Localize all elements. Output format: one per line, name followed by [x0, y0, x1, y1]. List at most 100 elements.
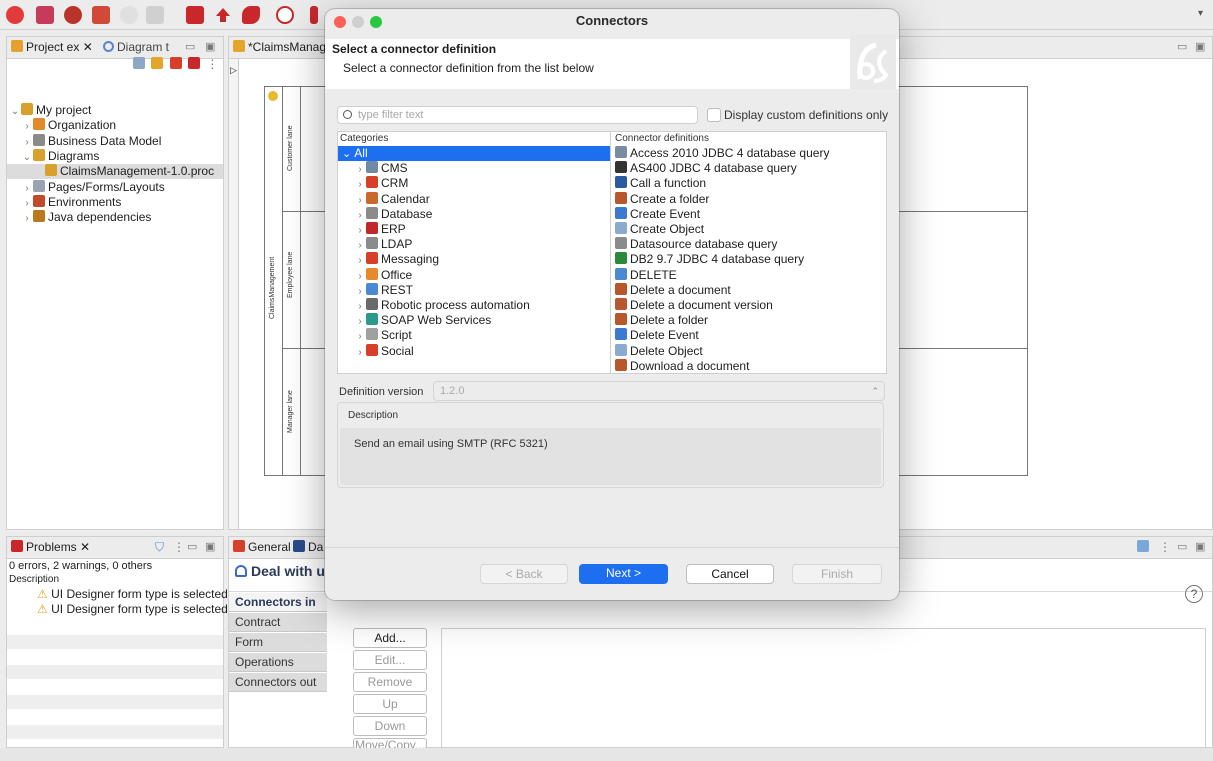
filter-icon[interactable]: ⛉: [155, 540, 164, 555]
definitions-list[interactable]: Connector definitions Access 2010 JDBC 4…: [612, 132, 886, 373]
chevron-right-icon[interactable]: ›: [354, 208, 366, 223]
maximize-icon[interactable]: ▣: [205, 540, 215, 553]
minimize-icon[interactable]: ▭: [1177, 540, 1187, 553]
tab-project-explorer[interactable]: Project ex ✕: [11, 40, 93, 54]
chevron-right-icon[interactable]: ›: [354, 269, 366, 284]
twisty-icon[interactable]: ›: [21, 196, 33, 211]
up-button[interactable]: Up: [353, 694, 427, 714]
definition-item[interactable]: Create Object: [615, 222, 704, 237]
chevron-right-icon[interactable]: ›: [354, 238, 366, 253]
new-icon[interactable]: [6, 6, 24, 24]
category-item[interactable]: › Messaging: [338, 252, 610, 267]
sync-icon[interactable]: [188, 57, 201, 69]
tab-data[interactable]: Da: [293, 540, 323, 554]
next-button[interactable]: Next >: [579, 564, 668, 584]
chevron-right-icon[interactable]: ›: [354, 177, 366, 192]
category-item[interactable]: ⌄ All: [338, 146, 610, 161]
toolbar-overflow-icon[interactable]: ▾: [1198, 8, 1203, 19]
maximize-icon[interactable]: ▣: [1195, 540, 1205, 553]
filter-icon[interactable]: [169, 57, 182, 69]
category-item[interactable]: › Social: [338, 343, 610, 360]
cancel-button[interactable]: Cancel: [686, 564, 774, 584]
edit-button[interactable]: Edit...: [353, 650, 427, 670]
connectors-table[interactable]: [441, 628, 1206, 748]
definition-item[interactable]: Delete a folder: [615, 313, 708, 328]
side-tab-connectors-in[interactable]: Connectors in: [229, 593, 327, 612]
definition-item[interactable]: Delete Object: [615, 343, 703, 359]
run-icon[interactable]: [276, 6, 294, 24]
tree-item[interactable]: › Business Data Model: [7, 133, 161, 149]
maximize-icon[interactable]: ▣: [1195, 40, 1205, 53]
tab-claims-diagram[interactable]: *ClaimsManage: [233, 40, 333, 54]
collapse-all-icon[interactable]: [133, 57, 145, 69]
maximize-icon[interactable]: ▣: [205, 40, 215, 53]
definition-item[interactable]: Delete a document version: [615, 298, 773, 313]
side-tab-form[interactable]: Form: [229, 633, 327, 652]
chevron-right-icon[interactable]: ›: [354, 299, 366, 314]
category-item[interactable]: › ERP: [338, 222, 610, 237]
remove-button[interactable]: Remove: [353, 672, 427, 692]
palette-expand-icon[interactable]: ▷: [230, 65, 237, 76]
side-tab-connectors-out[interactable]: Connectors out: [229, 673, 327, 692]
chevron-right-icon[interactable]: ›: [354, 329, 366, 344]
link-editor-icon[interactable]: [151, 57, 164, 69]
minimize-icon[interactable]: ▭: [185, 40, 195, 53]
category-item[interactable]: › Calendar: [338, 191, 610, 208]
upload-icon[interactable]: [214, 6, 232, 24]
tree-item[interactable]: ⌄ Diagrams: [7, 148, 99, 165]
minimize-icon[interactable]: ▭: [1177, 40, 1187, 53]
tree-item[interactable]: › Java dependencies: [7, 210, 151, 225]
chevron-right-icon[interactable]: ›: [354, 193, 366, 208]
category-item[interactable]: › REST: [338, 282, 610, 299]
category-item[interactable]: › Database: [338, 206, 610, 223]
help-icon[interactable]: ?: [1185, 585, 1203, 603]
save-icon[interactable]: [36, 6, 54, 24]
side-tab-contract[interactable]: Contract: [229, 613, 327, 632]
chevron-right-icon[interactable]: ›: [354, 314, 366, 329]
view-menu-icon[interactable]: ⋮: [206, 57, 218, 71]
chevron-down-icon[interactable]: ⌄: [342, 148, 354, 160]
close-window-button[interactable]: [334, 16, 346, 28]
problem-row[interactable]: ⚠ UI Designer form type is selected a: [37, 602, 238, 616]
category-item[interactable]: › SOAP Web Services: [338, 313, 610, 328]
version-select[interactable]: 1.2.0 ⌃: [433, 381, 885, 401]
problem-row[interactable]: ⚠ UI Designer form type is selected a: [37, 587, 238, 601]
definition-item[interactable]: Create a folder: [615, 191, 709, 207]
category-item[interactable]: › Robotic process automation: [338, 298, 610, 313]
category-item[interactable]: › CRM: [338, 176, 610, 191]
tree-item[interactable]: ⌄ My project: [7, 103, 91, 118]
custom-only-label[interactable]: Display custom definitions only: [724, 108, 888, 122]
chevron-right-icon[interactable]: ›: [354, 253, 366, 268]
palette-strip[interactable]: ▷: [229, 59, 239, 529]
definition-item[interactable]: Datasource database query: [615, 237, 777, 252]
tree-item[interactable]: › Organization: [7, 118, 116, 133]
category-item[interactable]: › LDAP: [338, 237, 610, 252]
definition-item[interactable]: Create Event: [615, 206, 700, 222]
deploy-icon[interactable]: [64, 6, 82, 24]
twisty-icon[interactable]: ⌄: [21, 150, 33, 165]
definition-item[interactable]: Delete Event: [615, 328, 699, 343]
custom-only-checkbox[interactable]: [707, 108, 721, 122]
finish-button[interactable]: Finish: [792, 564, 882, 584]
tab-problems[interactable]: Problems ✕: [11, 540, 90, 554]
definition-item[interactable]: Call a function: [615, 176, 706, 191]
definition-item[interactable]: Download a document: [615, 358, 749, 374]
chevron-right-icon[interactable]: ›: [354, 223, 366, 238]
chevron-right-icon[interactable]: ›: [354, 345, 366, 360]
twisty-icon[interactable]: ›: [21, 181, 33, 196]
twisty-icon[interactable]: ›: [21, 211, 33, 226]
filter-input[interactable]: type filter text: [337, 106, 698, 124]
tree-item[interactable]: ClaimsManagement-1.0.proc: [7, 164, 223, 180]
add-button[interactable]: Add...: [353, 628, 427, 648]
edit-icon[interactable]: [186, 6, 204, 24]
category-item[interactable]: › Script: [338, 328, 610, 343]
twisty-icon[interactable]: ⌄: [9, 104, 21, 119]
definition-item[interactable]: DELETE: [615, 267, 677, 283]
tree-item[interactable]: › Pages/Forms/Layouts: [7, 179, 165, 196]
category-item[interactable]: › Office: [338, 267, 610, 284]
categories-list[interactable]: Categories ⌄ All › CMS › CRM › Calendar › Databa…: [338, 132, 611, 373]
definition-item[interactable]: Access 2010 JDBC 4 database query: [615, 146, 829, 161]
back-button[interactable]: < Back: [480, 564, 568, 584]
view-menu-icon[interactable]: ⋮: [1159, 540, 1171, 554]
chevron-right-icon[interactable]: ›: [354, 284, 366, 299]
